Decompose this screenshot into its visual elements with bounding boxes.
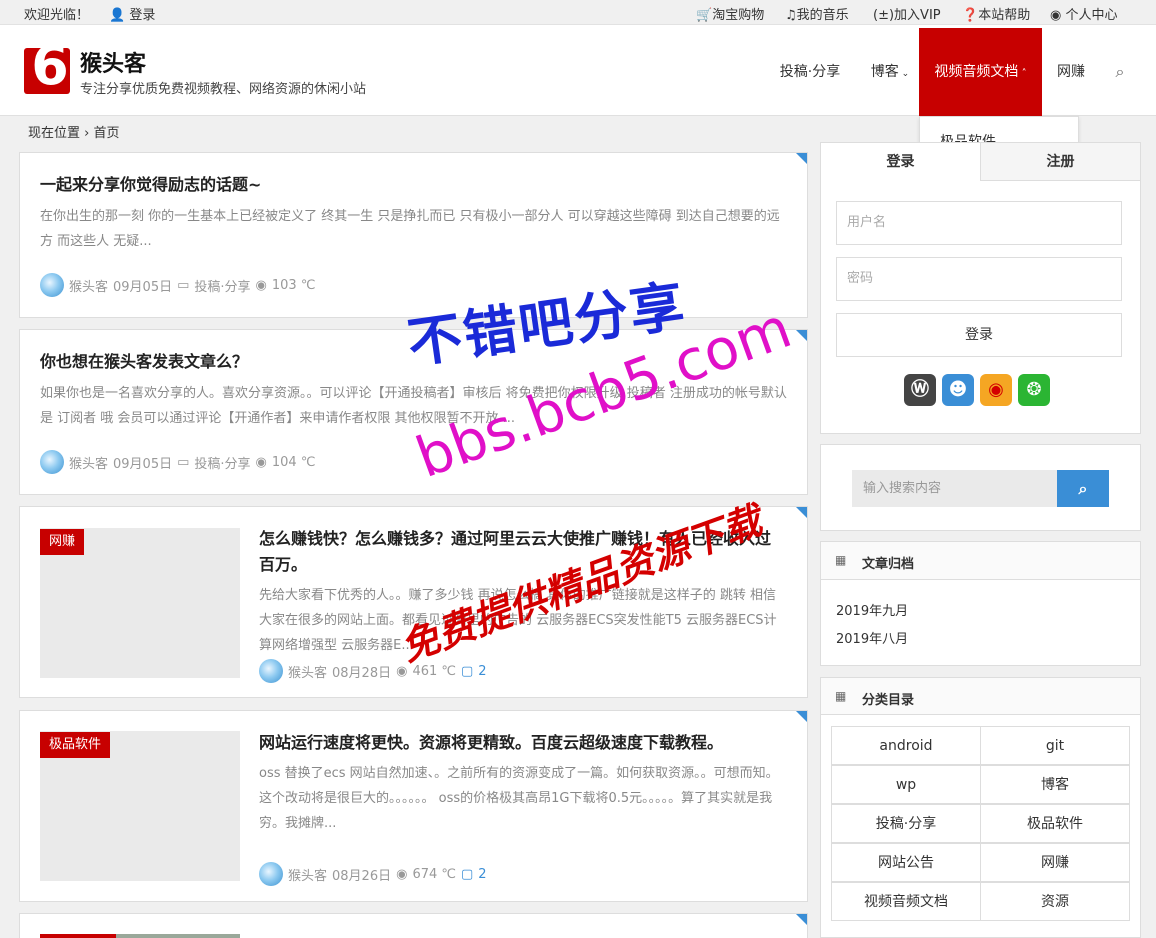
search-button[interactable]: ⌕ xyxy=(1057,470,1109,507)
avatar[interactable] xyxy=(259,862,283,886)
category-item-blog[interactable]: 博客 xyxy=(980,765,1130,804)
chevron-down-icon: ⌄ xyxy=(898,69,910,79)
post-author[interactable]: 猴头客 xyxy=(288,662,327,681)
welcome-text: 欢迎光临！ xyxy=(24,8,90,23)
site-name[interactable]: 猴头客 xyxy=(80,46,146,78)
music-icon: ♫ xyxy=(785,8,797,23)
avatar[interactable] xyxy=(40,450,64,474)
post-author[interactable]: 猴头客 xyxy=(69,453,108,472)
category-badge[interactable]: 网赚 xyxy=(40,529,85,555)
post-meta: 猴头客 08月26日 ◉ 674 ℃ ▢ 2 xyxy=(259,862,487,886)
corner-marker xyxy=(796,914,807,925)
corner-marker xyxy=(796,711,807,722)
post-date: 09月05日 xyxy=(113,279,173,295)
eye-icon: ◉ xyxy=(255,454,267,470)
category-item-earn[interactable]: 网赚 xyxy=(980,843,1130,882)
breadcrumb-label: 现在位置 xyxy=(28,126,81,141)
post-date: 08月28日 xyxy=(332,665,392,681)
nav-item-media[interactable]: 视频音频文档 ˄ xyxy=(919,28,1042,116)
folder-icon: ▭ xyxy=(177,454,190,470)
category-item-media[interactable]: 视频音频文档 xyxy=(831,882,981,921)
search-icon[interactable]: ⌕ xyxy=(1106,28,1134,116)
wordpress-icon[interactable]: Ⓦ xyxy=(904,374,936,406)
wechat-icon[interactable]: ❂ xyxy=(1018,374,1050,406)
user-icon: 👤 xyxy=(109,8,126,23)
top-link-taobao[interactable]: 🛒淘宝购物 xyxy=(696,4,764,23)
archive-title: 文章归档 xyxy=(862,557,915,572)
vip-icon: (±) xyxy=(873,8,895,23)
top-link-vip[interactable]: (±)加入VIP xyxy=(873,4,941,23)
breadcrumb-home[interactable]: 首页 xyxy=(94,126,120,141)
user-circle-icon: ◉ xyxy=(1050,8,1062,23)
top-login-link[interactable]: 👤 登录 xyxy=(109,4,155,23)
password-field[interactable]: 密码 xyxy=(836,257,1122,301)
top-link-user-center[interactable]: ◉ 个人中心 xyxy=(1050,4,1118,23)
tab-register[interactable]: 注册 xyxy=(980,143,1140,181)
post-author[interactable]: 猴头客 xyxy=(288,865,327,884)
nav-item-earn[interactable]: 网赚 xyxy=(1048,28,1094,116)
corner-marker xyxy=(796,330,807,341)
top-link-music[interactable]: ♫我的音乐 xyxy=(785,4,849,23)
help-icon: ❓ xyxy=(962,8,979,23)
post-meta: 猴头客 09月05日 ▭ 投稿·分享 ◉ 103 ℃ xyxy=(40,273,315,297)
category-item-share[interactable]: 投稿·分享 xyxy=(831,804,981,843)
category-badge[interactable]: 极品软件 xyxy=(40,732,111,758)
qq-icon[interactable]: ☻ xyxy=(942,374,974,406)
post-category[interactable]: 投稿·分享 xyxy=(194,453,250,472)
grid-icon: ▦ xyxy=(835,553,847,567)
post-meta: 猴头客 08月28日 ◉ 461 ℃ ▢ 2 xyxy=(259,659,487,683)
category-item-notice[interactable]: 网站公告 xyxy=(831,843,981,882)
post-views: 674 ℃ xyxy=(412,866,456,882)
category-item-git[interactable]: git xyxy=(980,726,1130,765)
category-item-android[interactable]: android xyxy=(831,726,981,765)
cart-icon: 🛒 xyxy=(696,8,713,23)
post-date: 09月05日 xyxy=(113,456,173,472)
post-title[interactable]: 一起来分享你觉得励志的话题~ xyxy=(40,172,780,198)
archive-item[interactable]: 2019年九月 xyxy=(836,600,908,619)
search-icon: ⌕ xyxy=(1078,479,1088,498)
site-description: 专注分享优质免费视频教程、网络资源的休闲小站 xyxy=(80,82,367,97)
corner-marker xyxy=(796,507,807,518)
post-thumbnail[interactable] xyxy=(116,934,240,938)
weibo-icon[interactable]: ◉ xyxy=(980,374,1012,406)
nav-item-blog[interactable]: 博客 ⌄ xyxy=(862,28,918,116)
category-item-wp[interactable]: wp xyxy=(831,765,981,804)
post-author[interactable]: 猴头客 xyxy=(69,276,108,295)
tab-login[interactable]: 登录 xyxy=(821,143,980,181)
comment-icon: ▢ xyxy=(461,866,474,882)
top-link-help[interactable]: ❓本站帮助 xyxy=(962,4,1030,23)
post-excerpt: oss 替换了ecs 网站自然加速、。之前所有的资源变成了一篇。如何获取资源。。… xyxy=(259,766,779,831)
archive-item[interactable]: 2019年八月 xyxy=(836,628,908,647)
grid-icon: ▦ xyxy=(835,689,847,703)
corner-marker xyxy=(796,153,807,164)
eye-icon: ◉ xyxy=(396,663,408,679)
nav-item-share[interactable]: 投稿·分享 xyxy=(770,28,850,116)
post-category[interactable]: 投稿·分享 xyxy=(194,276,250,295)
post-date: 08月26日 xyxy=(332,868,392,884)
login-button[interactable]: 登录 xyxy=(836,313,1122,357)
post-comments[interactable]: 2 xyxy=(478,867,486,882)
eye-icon: ◉ xyxy=(396,866,408,882)
post-comments[interactable]: 2 xyxy=(478,664,486,679)
comment-icon: ▢ xyxy=(461,663,474,679)
post-meta: 猴头客 09月05日 ▭ 投稿·分享 ◉ 104 ℃ xyxy=(40,450,315,474)
breadcrumb: 现在位置 › 首页 xyxy=(28,122,120,141)
category-item-resources[interactable]: 资源 xyxy=(980,882,1130,921)
post-title[interactable]: 网站运行速度将更快。资源将更精致。百度云超级速度下载教程。 xyxy=(259,730,784,756)
post-excerpt: 在你出生的那一刻 你的一生基本上已经被定义了 终其一生 只是挣扎而已 只有极小一… xyxy=(40,209,780,249)
username-field[interactable]: 用户名 xyxy=(836,201,1122,245)
avatar[interactable] xyxy=(40,273,64,297)
chevron-up-icon: ˄ xyxy=(1018,68,1027,79)
category-badge[interactable] xyxy=(40,934,116,938)
post-views: 103 ℃ xyxy=(271,277,316,293)
post-views: 104 ℃ xyxy=(271,454,316,470)
eye-icon: ◉ xyxy=(255,277,267,293)
folder-icon: ▭ xyxy=(177,277,190,293)
category-item-software[interactable]: 极品软件 xyxy=(980,804,1130,843)
category-title: 分类目录 xyxy=(862,693,915,708)
logo-mark: 6 xyxy=(31,34,69,97)
avatar[interactable] xyxy=(259,659,283,683)
search-input[interactable]: 输入搜索内容 xyxy=(852,470,1058,507)
breadcrumb-separator: › xyxy=(84,126,90,141)
